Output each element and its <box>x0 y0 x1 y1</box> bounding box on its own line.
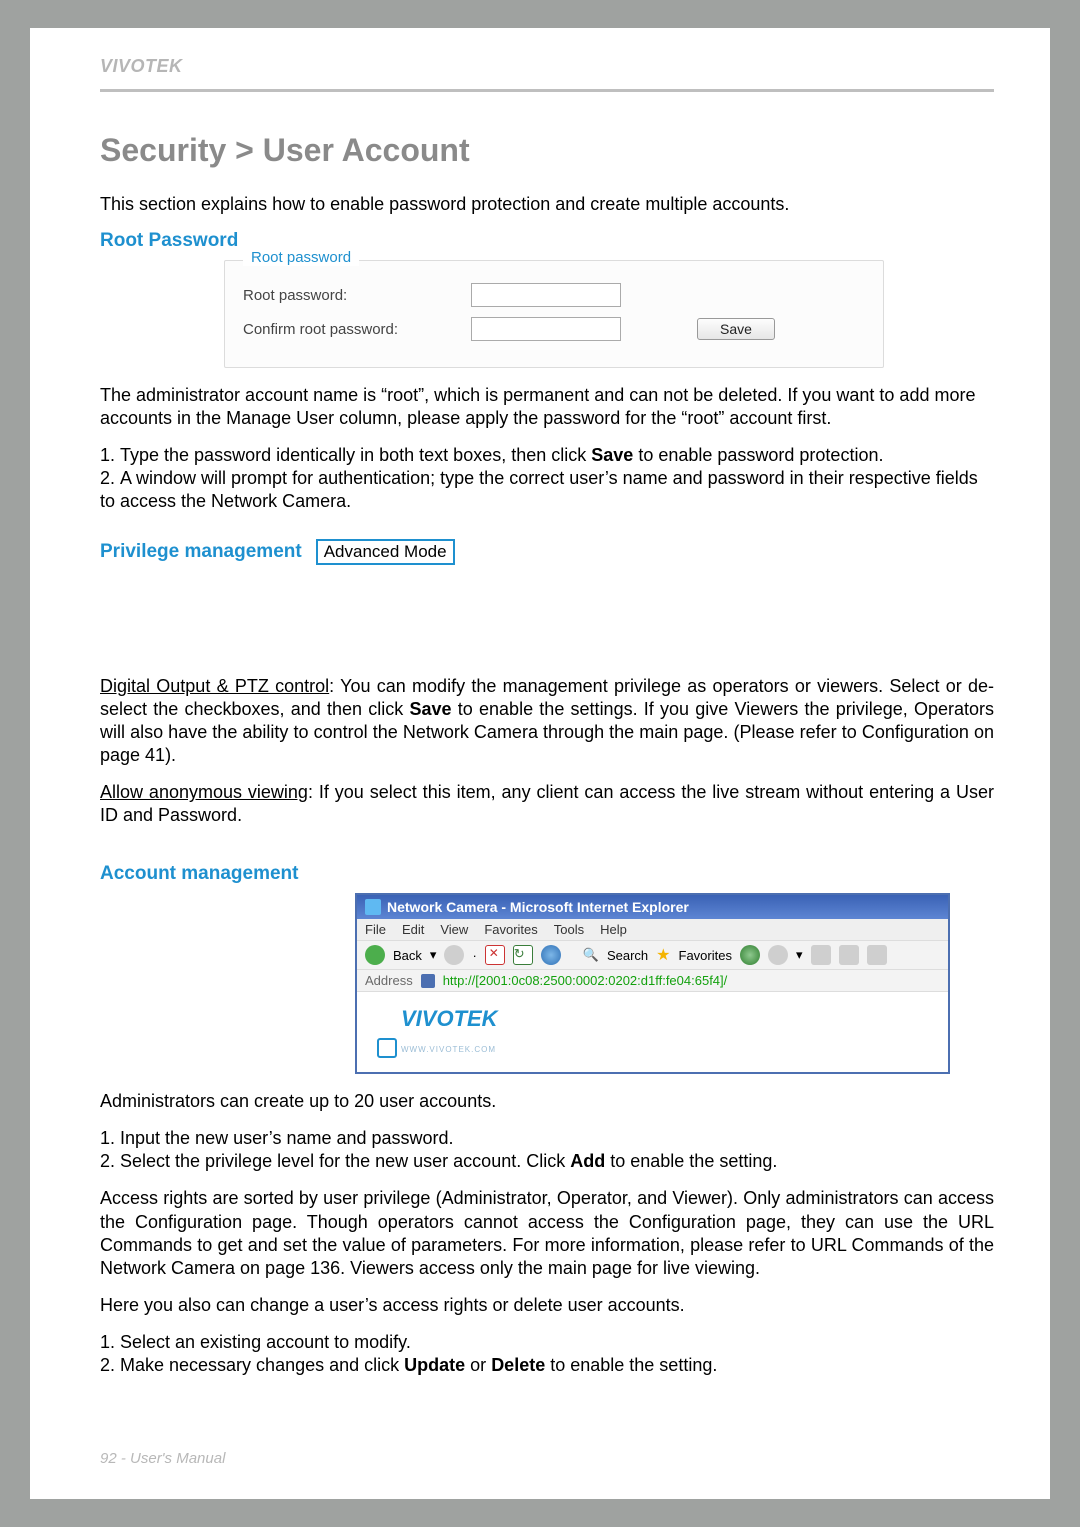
root-password-row: Root password: <box>243 283 865 307</box>
ie-menu-file[interactable]: File <box>365 922 386 937</box>
favorites-icon[interactable]: ★ <box>656 945 670 965</box>
save-button[interactable]: Save <box>697 318 775 340</box>
ie-menu-bar: File Edit View Favorites Tools Help <box>357 919 948 941</box>
footer: 92 - User's Manual <box>100 1450 225 1467</box>
ie-menu-favorites[interactable]: Favorites <box>484 922 537 937</box>
panel-legend: Root password <box>243 249 359 266</box>
confirm-password-row: Confirm root password: Save <box>243 317 865 341</box>
admin-step-1: 1.Type the password identically in both … <box>100 444 994 467</box>
page-title: Security > User Account <box>100 132 994 169</box>
ie-icon <box>365 899 381 915</box>
stop-icon[interactable] <box>485 945 505 965</box>
mail-icon[interactable] <box>811 945 831 965</box>
anon-lead: Allow anonymous viewing <box>100 782 308 802</box>
vivotek-logo: VIVOTEK WWW.VIVOTEK.COM <box>377 1006 928 1058</box>
search-label[interactable]: Search <box>607 948 648 963</box>
brand: VIVOTEK <box>100 56 183 76</box>
media-icon[interactable] <box>740 945 760 965</box>
page-icon <box>421 974 435 988</box>
root-password-label: Root password: <box>243 287 453 304</box>
ie-address-bar: Address http://[2001:0c08:2500:0002:0202… <box>357 970 948 992</box>
ie-menu-tools[interactable]: Tools <box>554 922 584 937</box>
acct-steps: 1.Input the new user’s name and password… <box>100 1127 994 1173</box>
ie-title-bar: Network Camera - Microsoft Internet Expl… <box>357 895 948 919</box>
edit-icon[interactable] <box>867 945 887 965</box>
home-icon[interactable] <box>541 945 561 965</box>
acct-intro: Administrators can create up to 20 user … <box>100 1090 994 1113</box>
url-text[interactable]: http://[2001:0c08:2500:0002:0202:d1ff:fe… <box>443 973 728 988</box>
print-icon[interactable] <box>839 945 859 965</box>
acct-step-2: 2.Select the privilege level for the new… <box>100 1150 994 1173</box>
root-password-heading: Root Password <box>100 230 994 252</box>
logo-text: VIVOTEK <box>401 1006 498 1031</box>
root-password-panel: Root password Root password: Confirm roo… <box>224 260 884 368</box>
logo-sub: WWW.VIVOTEK.COM <box>401 1045 496 1054</box>
ie-toolbar: Back ▾ · ↻ 🔍 Search ★ Favorites ▾ <box>357 941 948 970</box>
privilege-heading: Privilege management <box>100 541 302 563</box>
admin-steps: 1.Type the password identically in both … <box>100 444 994 513</box>
change-steps: 1.Select an existing account to modify. … <box>100 1331 994 1377</box>
change-step-1: 1.Select an existing account to modify. <box>100 1331 994 1354</box>
digital-output-paragraph: Digital Output & PTZ control: You can mo… <box>100 675 994 767</box>
logo-mark-icon <box>377 1038 397 1058</box>
address-label: Address <box>365 973 413 988</box>
confirm-password-label: Confirm root password: <box>243 321 453 338</box>
ie-body: VIVOTEK WWW.VIVOTEK.COM <box>357 992 948 1072</box>
forward-icon[interactable] <box>444 945 464 965</box>
account-heading: Account management <box>100 863 298 885</box>
ie-title-text: Network Camera - Microsoft Internet Expl… <box>387 899 689 915</box>
digital-output-lead: Digital Output & PTZ control <box>100 676 329 696</box>
change-intro: Here you also can change a user’s access… <box>100 1294 994 1317</box>
ie-menu-edit[interactable]: Edit <box>402 922 424 937</box>
document-page: VIVOTEK Security > User Account This sec… <box>30 28 1050 1499</box>
favorites-label[interactable]: Favorites <box>679 948 732 963</box>
history-icon[interactable] <box>768 945 788 965</box>
root-password-input[interactable] <box>471 283 621 307</box>
advanced-mode-badge: Advanced Mode <box>316 539 455 565</box>
ie-window: Network Camera - Microsoft Internet Expl… <box>355 893 950 1074</box>
acct-step-1: 1.Input the new user’s name and password… <box>100 1127 994 1150</box>
access-rights-paragraph: Access rights are sorted by user privile… <box>100 1187 994 1279</box>
header-band: VIVOTEK <box>100 40 994 92</box>
intro-text: This section explains how to enable pass… <box>100 193 994 216</box>
change-step-2: 2.Make necessary changes and click Updat… <box>100 1354 994 1377</box>
search-icon[interactable]: 🔍 <box>583 947 599 963</box>
anonymous-paragraph: Allow anonymous viewing: If you select t… <box>100 781 994 827</box>
privilege-row: Privilege management Advanced Mode <box>100 539 994 565</box>
ie-menu-help[interactable]: Help <box>600 922 627 937</box>
ie-menu-view[interactable]: View <box>440 922 468 937</box>
confirm-password-input[interactable] <box>471 317 621 341</box>
account-management-row: Account management <box>100 861 994 893</box>
admin-step-2: 2.A window will prompt for authenticatio… <box>100 467 994 513</box>
admin-paragraph: The administrator account name is “root”… <box>100 384 994 430</box>
back-icon[interactable] <box>365 945 385 965</box>
refresh-icon[interactable]: ↻ <box>513 945 533 965</box>
back-label[interactable]: Back <box>393 948 422 963</box>
